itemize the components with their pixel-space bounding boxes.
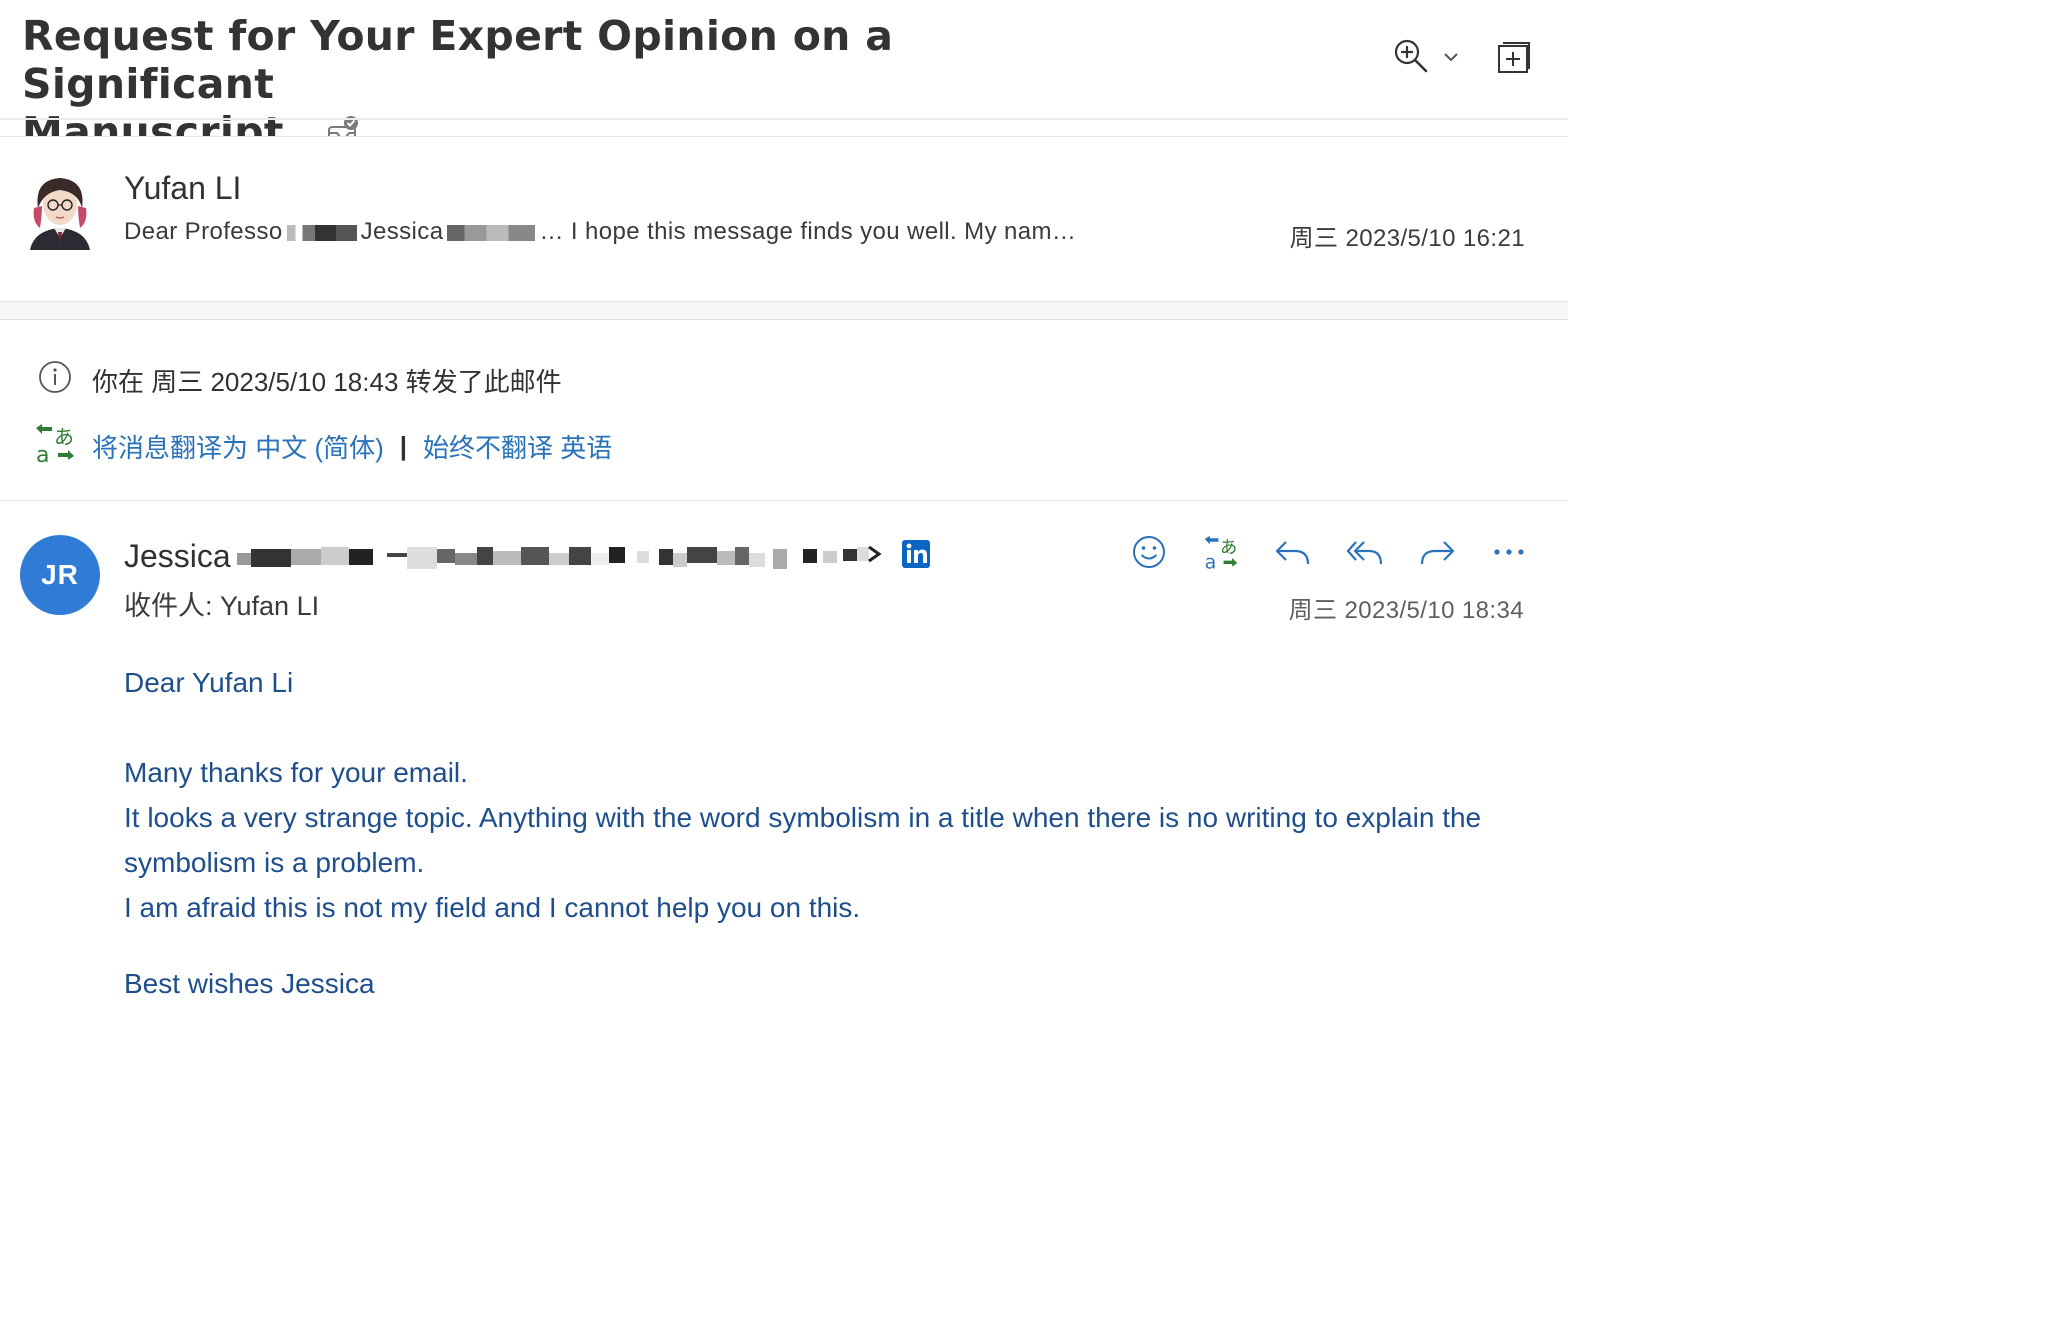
avatar[interactable]: JR bbox=[20, 535, 100, 615]
zoom-control[interactable] bbox=[1393, 38, 1459, 79]
svg-text:あ: あ bbox=[1220, 538, 1237, 558]
pop-out-icon[interactable] bbox=[1497, 41, 1531, 80]
message-action-bar: a あ bbox=[1128, 533, 1530, 571]
body-paragraph: Many thanks for your email. bbox=[124, 757, 468, 788]
linkedin-icon[interactable] bbox=[901, 539, 931, 574]
translate-message-link[interactable]: 将消息翻译为 中文 (简体) bbox=[92, 428, 384, 465]
message-sender: Yufan LI bbox=[124, 170, 242, 206]
translate-bar: a あ 将消息翻译为 中文 (简体) | 始终不翻译 英语 bbox=[34, 422, 612, 471]
more-icon[interactable] bbox=[1488, 533, 1530, 571]
chevron-down-icon[interactable] bbox=[1443, 50, 1459, 68]
svg-text:a: a bbox=[1205, 552, 1217, 570]
message-date: 周三 2023/5/10 18:34 bbox=[1288, 597, 1524, 624]
divider bbox=[0, 500, 1568, 501]
translate-icon: a あ bbox=[34, 422, 76, 471]
subject-header: Request for Your Expert Opinion on a Sig… bbox=[0, 0, 1568, 156]
redacted-text bbox=[286, 224, 357, 241]
preview-text: … I hope this message finds you well. My… bbox=[539, 218, 1077, 245]
redacted-text bbox=[842, 537, 883, 576]
message-date: 周三 2023/5/10 16:21 bbox=[1289, 225, 1525, 252]
message-separator bbox=[0, 302, 1568, 320]
reply-all-icon[interactable] bbox=[1344, 533, 1386, 571]
never-translate-link[interactable]: 始终不翻译 英语 bbox=[423, 428, 612, 465]
link-separator: | bbox=[399, 431, 408, 461]
translate-icon[interactable]: a あ bbox=[1200, 533, 1242, 571]
recipient-line: 收件人: Yufan LI bbox=[124, 591, 320, 621]
message-preview: Dear Professo Jessica … I hope this messag… bbox=[124, 218, 1076, 246]
reply-icon[interactable] bbox=[1272, 533, 1314, 571]
preview-text: Jessica bbox=[360, 218, 444, 245]
message-body: Dear Yufan Li Many thanks for your email… bbox=[124, 660, 1524, 1006]
svg-text:a: a bbox=[36, 443, 49, 464]
message-sender-row: Jessica bbox=[124, 536, 931, 576]
svg-text:あ: あ bbox=[54, 425, 74, 449]
forward-notice-text: 你在 周三 2023/5/10 18:43 转发了此邮件 bbox=[92, 367, 562, 397]
forward-icon[interactable] bbox=[1416, 533, 1458, 571]
subject-title-line1: Request for Your Expert Opinion on a Sig… bbox=[22, 12, 894, 108]
divider bbox=[0, 118, 1568, 120]
info-icon bbox=[38, 360, 72, 401]
body-paragraph: I am afraid this is not my field and I c… bbox=[124, 892, 861, 923]
redacted-text bbox=[447, 224, 536, 241]
preview-text: Dear Professo bbox=[124, 218, 283, 245]
message-sender[interactable]: Jessica bbox=[124, 538, 231, 575]
emoji-icon[interactable] bbox=[1128, 533, 1170, 571]
redacted-email-address bbox=[236, 539, 837, 573]
forward-notice: 你在 周三 2023/5/10 18:43 转发了此邮件 bbox=[38, 360, 562, 401]
body-signoff: Best wishes Jessica bbox=[124, 968, 375, 999]
body-paragraph: It looks a very strange topic. Anything … bbox=[124, 802, 1482, 878]
body-greeting: Dear Yufan Li bbox=[124, 667, 294, 698]
avatar bbox=[24, 172, 96, 250]
zoom-in-icon[interactable] bbox=[1393, 38, 1429, 79]
